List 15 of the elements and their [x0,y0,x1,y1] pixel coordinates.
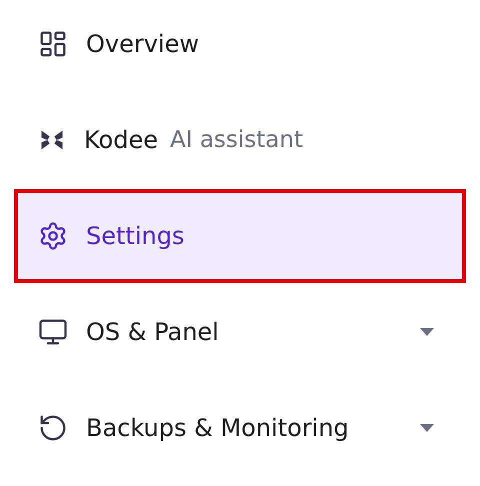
monitor-icon [38,317,68,347]
menu-item[interactable]: OS & Panel [14,285,466,379]
rotate-icon [38,413,68,443]
menu-item[interactable]: Overview [14,0,466,91]
menu-label: Backups & Monitoring [86,414,349,442]
menu-label: Overview [86,30,199,58]
menu-label: Kodee [84,126,158,154]
menu-note: AI assistant [170,127,303,153]
menu-label: Settings [86,222,184,250]
menu-item[interactable]: Settings [14,189,466,283]
settings-icon [38,221,68,251]
menu-label: OS & Panel [86,318,219,346]
menu-item[interactable]: Backups & Monitoring [14,381,466,475]
grid-icon [38,29,68,59]
menu-item[interactable]: Kodee AI assistant [14,93,466,187]
